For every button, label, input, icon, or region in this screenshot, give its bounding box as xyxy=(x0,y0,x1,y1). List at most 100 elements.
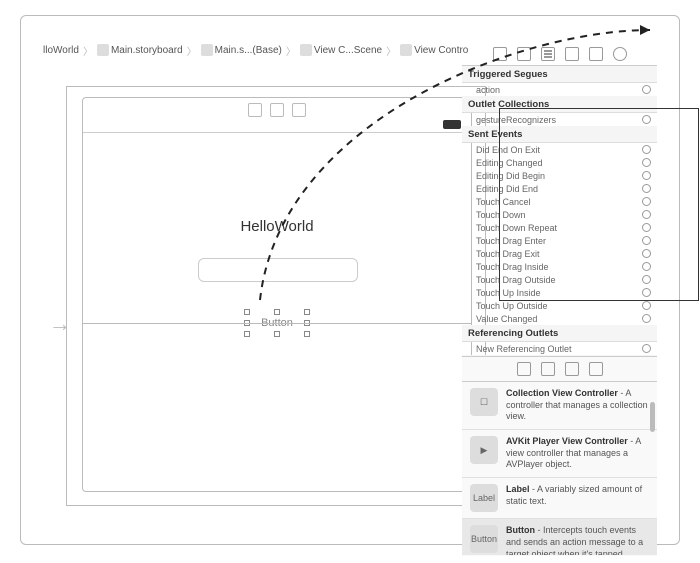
scrollbar-thumb[interactable] xyxy=(650,402,655,432)
connection-outlet-dot[interactable] xyxy=(642,145,651,154)
connections-inspector: Triggered Segues actionOutlet Collections… xyxy=(462,42,657,352)
connection-row[interactable]: Editing Changed xyxy=(462,156,657,169)
text-field[interactable] xyxy=(198,258,358,282)
connection-outlet-dot[interactable] xyxy=(642,197,651,206)
object-library-tab[interactable] xyxy=(565,362,579,376)
connection-row[interactable]: Touch Drag Inside xyxy=(462,260,657,273)
storyboard-icon xyxy=(97,44,109,56)
library-item[interactable]: ButtonButton - Intercepts touch events a… xyxy=(462,519,657,555)
resize-handle[interactable] xyxy=(304,331,310,337)
interface-builder-canvas[interactable]: HelloWorld Button xyxy=(66,86,486,506)
library-thumb: Label xyxy=(470,484,498,512)
firstresponder-dock-icon[interactable] xyxy=(270,103,284,117)
library-item[interactable]: ☐Collection View Controller - A controll… xyxy=(462,382,657,430)
file-template-tab[interactable] xyxy=(517,362,531,376)
connection-label: Editing Changed xyxy=(476,158,543,168)
connection-row[interactable]: Touch Cancel xyxy=(462,195,657,208)
breadcrumb-item[interactable]: Main.s...(Base) xyxy=(215,45,282,56)
breadcrumb-item[interactable]: View C...Scene xyxy=(314,45,382,56)
hello-label[interactable]: HelloWorld xyxy=(83,218,471,235)
connection-label: Touch Up Outside xyxy=(476,301,548,311)
object-library: ☐Collection View Controller - A controll… xyxy=(462,356,657,556)
connection-label: Touch Cancel xyxy=(476,197,531,207)
viewcontroller-dock-icon[interactable] xyxy=(248,103,262,117)
connection-row[interactable]: Touch Up Inside xyxy=(462,286,657,299)
connection-row[interactable]: Touch Drag Enter xyxy=(462,234,657,247)
library-thumb: Button xyxy=(470,525,498,553)
breadcrumb-item[interactable]: lloWorld xyxy=(43,45,79,56)
connections-inspector-tab[interactable] xyxy=(613,47,627,61)
connection-row[interactable]: Editing Did Begin xyxy=(462,169,657,182)
library-item[interactable]: ▶AVKit Player View Controller - A view c… xyxy=(462,430,657,478)
connection-outlet-dot[interactable] xyxy=(642,158,651,167)
connection-label: Touch Down Repeat xyxy=(476,223,557,233)
xcode-window: lloWorld〉 Main.storyboard〉 Main.s...(Bas… xyxy=(20,15,680,545)
identity-inspector-tab[interactable] xyxy=(541,47,555,61)
connection-label: Touch Up Inside xyxy=(476,288,541,298)
code-snippet-tab[interactable] xyxy=(541,362,555,376)
connection-row[interactable]: Did End On Exit xyxy=(462,143,657,156)
connection-label: action xyxy=(476,85,500,95)
connection-label: Editing Did Begin xyxy=(476,171,545,181)
breadcrumb-item[interactable]: View Controller xyxy=(414,45,469,56)
breadcrumb[interactable]: lloWorld〉 Main.storyboard〉 Main.s...(Bas… xyxy=(43,40,469,60)
library-item[interactable]: Label Label - A variably sized amount of … xyxy=(462,478,657,519)
help-inspector-tab[interactable] xyxy=(517,47,531,61)
connection-label: Touch Drag Exit xyxy=(476,249,540,259)
connection-outlet-dot[interactable] xyxy=(642,236,651,245)
breadcrumb-item[interactable]: Main.storyboard xyxy=(111,45,183,56)
resize-handle[interactable] xyxy=(244,309,250,315)
connection-row[interactable]: Touch Down Repeat xyxy=(462,221,657,234)
inspector-tabs[interactable] xyxy=(462,42,657,66)
connection-row[interactable]: Touch Down xyxy=(462,208,657,221)
library-thumb: ☐ xyxy=(470,388,498,416)
file-inspector-tab[interactable] xyxy=(493,47,507,61)
connection-row[interactable]: action xyxy=(462,83,657,96)
connection-outlet-dot[interactable] xyxy=(642,171,651,180)
resize-handle[interactable] xyxy=(244,331,250,337)
resize-handle[interactable] xyxy=(274,331,280,337)
connection-row[interactable]: Touch Drag Exit xyxy=(462,247,657,260)
connection-outlet-dot[interactable] xyxy=(642,314,651,323)
connection-label: Did End On Exit xyxy=(476,145,540,155)
connection-outlet-dot[interactable] xyxy=(642,288,651,297)
connection-label: Touch Drag Enter xyxy=(476,236,546,246)
initial-vc-arrow[interactable]: → xyxy=(49,311,71,337)
connection-outlet-dot[interactable] xyxy=(642,344,651,353)
connection-label: gestureRecognizers xyxy=(476,115,556,125)
device-frame: HelloWorld Button xyxy=(82,97,472,492)
connection-outlet-dot[interactable] xyxy=(642,223,651,232)
battery-icon xyxy=(443,120,461,129)
resize-handle[interactable] xyxy=(274,309,280,315)
connection-label: New Referencing Outlet xyxy=(476,344,572,354)
library-tabs[interactable] xyxy=(462,357,657,381)
connection-row[interactable]: Value Changed xyxy=(462,312,657,325)
connection-row[interactable]: New Referencing Outlet xyxy=(462,342,657,355)
attributes-inspector-tab[interactable] xyxy=(565,47,579,61)
connection-label: Editing Did End xyxy=(476,184,538,194)
inspector-section-header: Triggered Segues xyxy=(462,66,657,83)
connection-label: Touch Drag Inside xyxy=(476,262,549,272)
connection-outlet-dot[interactable] xyxy=(642,115,651,124)
library-text: AVKit Player View Controller - A view co… xyxy=(506,436,649,471)
connection-outlet-dot[interactable] xyxy=(642,301,651,310)
connection-row[interactable]: Touch Up Outside xyxy=(462,299,657,312)
exit-dock-icon[interactable] xyxy=(292,103,306,117)
scene-dock[interactable] xyxy=(248,103,306,117)
connection-row[interactable]: Editing Did End xyxy=(462,182,657,195)
connection-outlet-dot[interactable] xyxy=(642,262,651,271)
size-inspector-tab[interactable] xyxy=(589,47,603,61)
resize-handle[interactable] xyxy=(304,309,310,315)
connection-outlet-dot[interactable] xyxy=(642,275,651,284)
viewcontroller-icon xyxy=(400,44,412,56)
storyboard-icon xyxy=(201,44,213,56)
connection-row[interactable]: Touch Drag Outside xyxy=(462,273,657,286)
connection-row[interactable]: gestureRecognizers xyxy=(462,113,657,126)
library-text: Label - A variably sized amount of stati… xyxy=(506,484,649,507)
inspector-section-header: Outlet Collections xyxy=(462,96,657,113)
media-library-tab[interactable] xyxy=(589,362,603,376)
connection-outlet-dot[interactable] xyxy=(642,249,651,258)
connection-outlet-dot[interactable] xyxy=(642,210,651,219)
connection-outlet-dot[interactable] xyxy=(642,85,651,94)
connection-outlet-dot[interactable] xyxy=(642,184,651,193)
